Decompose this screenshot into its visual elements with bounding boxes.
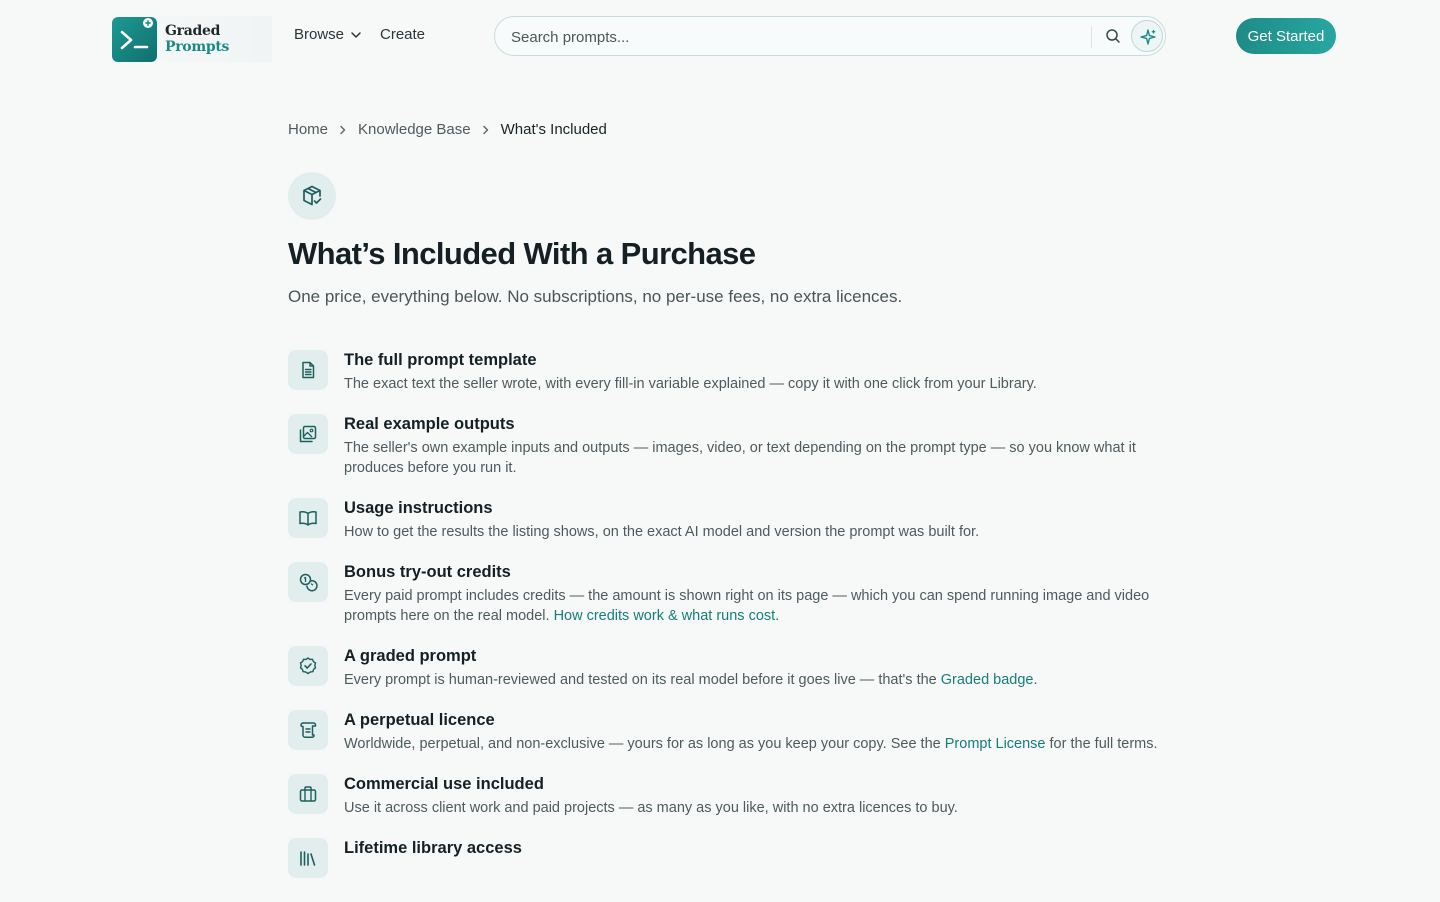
- feature-title: The full prompt template: [344, 351, 537, 369]
- feature-description: The exact text the seller wrote, with ev…: [344, 376, 1037, 392]
- feature-item: Usage instructions How to get the result…: [288, 498, 1158, 542]
- images-icon: [288, 414, 328, 454]
- feature-title: A perpetual licence: [344, 711, 495, 729]
- chevron-right-icon: [338, 125, 348, 135]
- feature-title: Real example outputs: [344, 415, 515, 433]
- scroll-icon: [288, 710, 328, 750]
- search-icon[interactable]: [1105, 28, 1121, 44]
- book-open-icon: [288, 498, 328, 538]
- prompt-license-link[interactable]: Prompt License: [945, 736, 1046, 752]
- library-icon: [288, 838, 328, 878]
- breadcrumb-knowledge-base[interactable]: Knowledge Base: [358, 121, 471, 138]
- breadcrumb: Home Knowledge Base What's Included: [288, 121, 607, 138]
- feature-item: Bonus try-out credits Every paid prompt …: [288, 562, 1158, 626]
- credits-info-link[interactable]: How credits work & what runs cost: [554, 608, 776, 624]
- feature-item: Lifetime library access: [288, 838, 1158, 882]
- coins-icon: [288, 562, 328, 602]
- nav-browse-label: Browse: [294, 26, 345, 43]
- search-input[interactable]: [511, 26, 1071, 48]
- feature-title: Lifetime library access: [344, 839, 522, 857]
- package-check-icon: [288, 172, 336, 220]
- feature-list: The full prompt template The exact text …: [288, 350, 1158, 902]
- briefcase-icon: [288, 774, 328, 814]
- nav-create[interactable]: Create: [380, 26, 425, 43]
- page-subtitle: One price, everything below. No subscrip…: [288, 287, 903, 306]
- feature-description-end: .: [775, 608, 780, 624]
- feature-item: Commercial use included Use it across cl…: [288, 774, 1158, 818]
- feature-item: The full prompt template The exact text …: [288, 350, 1158, 394]
- feature-description-end: .: [1033, 672, 1038, 688]
- document-icon: [288, 350, 328, 390]
- feature-item: A graded prompt Every prompt is human-re…: [288, 646, 1158, 690]
- feature-description: Worldwide, perpetual, and non-exclusive …: [344, 736, 941, 752]
- brand-logo[interactable]: Graded Prompts: [112, 16, 272, 62]
- feature-description: Use it across client work and paid proje…: [344, 800, 958, 816]
- feature-description: Every prompt is human-reviewed and teste…: [344, 672, 937, 688]
- chevron-down-icon: [351, 31, 361, 38]
- get-started-button[interactable]: Get Started: [1236, 18, 1336, 54]
- feature-title: A graded prompt: [344, 647, 477, 665]
- sparkle-icon: [1140, 29, 1156, 45]
- feature-description-end: for the full terms.: [1045, 736, 1158, 752]
- feature-description: How to get the results the listing shows…: [344, 524, 980, 540]
- ai-search-button[interactable]: [1131, 20, 1163, 52]
- brand-line2: Prompts: [165, 39, 230, 55]
- search-bar: [494, 16, 1166, 56]
- feature-description: The seller's own example inputs and outp…: [344, 440, 1136, 476]
- site-header: Graded Prompts Browse Create Get Started: [0, 0, 1440, 72]
- breadcrumb-current: What's Included: [500, 121, 607, 138]
- feature-item: A perpetual licence Worldwide, perpetual…: [288, 710, 1158, 754]
- check-badge-icon: [288, 646, 328, 686]
- feature-item: Real example outputs The seller's own ex…: [288, 414, 1158, 478]
- feature-title: Usage instructions: [344, 499, 493, 517]
- nav-browse[interactable]: Browse: [294, 26, 362, 43]
- brand-line1: Graded: [165, 23, 221, 39]
- feature-title: Bonus try-out credits: [344, 563, 511, 581]
- terminal-logo-icon: [112, 16, 157, 62]
- breadcrumb-home[interactable]: Home: [288, 121, 328, 138]
- chevron-right-icon: [481, 125, 491, 135]
- graded-badge-link[interactable]: Graded badge: [941, 672, 1034, 688]
- search-divider: [1091, 26, 1092, 48]
- page-title: What’s Included With a Purchase: [288, 236, 756, 271]
- feature-title: Commercial use included: [344, 775, 544, 793]
